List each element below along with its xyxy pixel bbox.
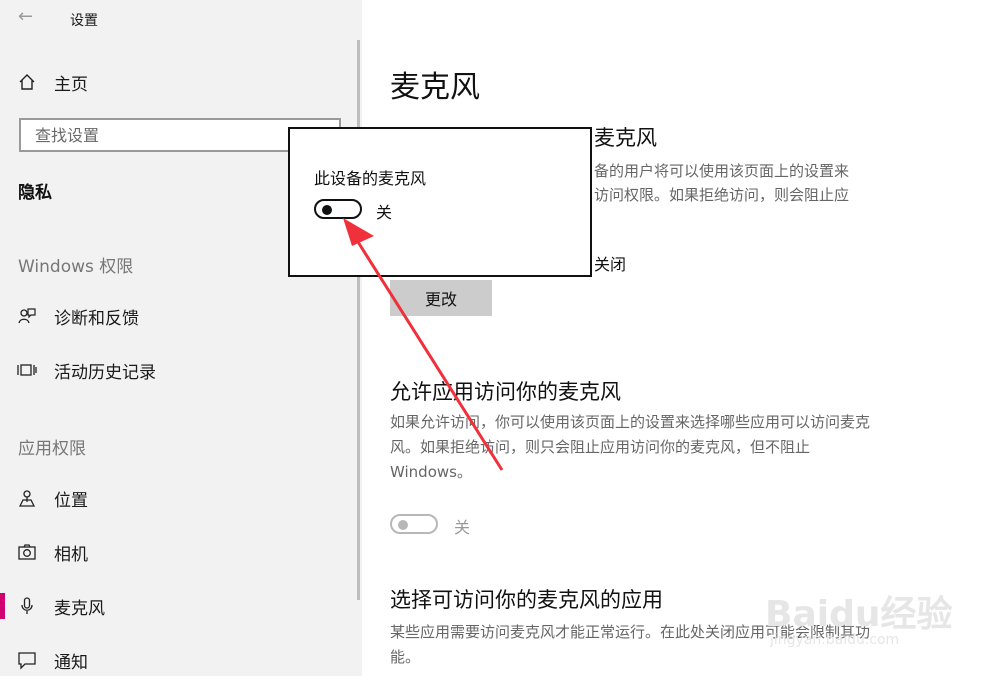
sidebar-item-label: 主页 — [54, 74, 88, 95]
location-icon — [16, 487, 38, 509]
device-section-desc-line1: 备的用户将可以使用该页面上的设置来 — [594, 162, 850, 180]
baidu-watermark-url: jingyan.baidu.com — [770, 632, 900, 648]
sidebar-scrollbar[interactable] — [357, 40, 360, 600]
apps-section-description: 如果允许访问，你可以使用该页面上的设置来选择哪些应用可以访问麦克风。如果拒绝访问… — [390, 413, 871, 481]
notification-icon — [16, 649, 38, 671]
sidebar-item-microphone[interactable]: 麦克风 — [0, 584, 357, 628]
sidebar-item-notifications[interactable]: 通知 — [0, 638, 357, 682]
device-status: 关闭 — [594, 255, 627, 274]
sidebar-item-activity-history[interactable]: 活动历史记录 — [0, 348, 357, 392]
change-button[interactable]: 更改 — [390, 280, 492, 316]
device-section-desc-line2: 访问权限。如果拒绝访问，则会阻止应 — [594, 186, 850, 204]
device-microphone-toggle[interactable] — [314, 199, 362, 219]
sidebar-item-location[interactable]: 位置 — [0, 476, 357, 520]
sidebar-item-diagnostics[interactable]: 诊断和反馈 — [0, 294, 357, 338]
camera-icon — [16, 541, 38, 563]
sidebar: ← 设置 主页 隐私 Windows 权限 诊断和反馈 活动历史记录 应用权限 … — [0, 0, 362, 676]
apps-section-heading: 允许应用访问你的麦克风 — [390, 380, 621, 404]
sidebar-item-label: 位置 — [54, 490, 88, 511]
microphone-icon — [16, 595, 38, 617]
toggle-knob — [322, 205, 332, 215]
device-microphone-popup: 此设备的麦克风 关 — [288, 127, 592, 277]
page-title: 麦克风 — [390, 70, 480, 105]
home-icon — [16, 71, 38, 93]
sidebar-item-label: 相机 — [54, 544, 88, 565]
toggle-knob — [398, 520, 408, 530]
sidebar-item-home[interactable]: 主页 — [0, 60, 357, 104]
back-arrow-icon[interactable]: ← — [18, 6, 33, 27]
baidu-watermark-logo: Baidu经验 — [765, 594, 953, 635]
device-section-heading: 麦克风 — [594, 126, 657, 150]
app-title: 设置 — [70, 13, 98, 29]
sidebar-item-label: 诊断和反馈 — [54, 308, 139, 329]
popup-title: 此设备的麦克风 — [314, 169, 427, 188]
feedback-icon — [16, 305, 38, 327]
windows-permissions-heading: Windows 权限 — [18, 257, 134, 277]
app-permissions-heading: 应用权限 — [18, 439, 86, 459]
privacy-heading: 隐私 — [18, 183, 52, 203]
device-microphone-toggle-label: 关 — [376, 203, 393, 222]
choose-apps-heading: 选择可访问你的麦克风的应用 — [390, 588, 663, 612]
sidebar-item-label: 通知 — [54, 652, 88, 673]
apps-access-toggle-label: 关 — [454, 518, 471, 537]
search-input[interactable] — [33, 125, 297, 146]
sidebar-item-camera[interactable]: 相机 — [0, 530, 357, 574]
main-content: 麦克风 麦克风 备的用户将可以使用该页面上的设置来 访问权限。如果拒绝访问，则会… — [362, 0, 1000, 676]
sidebar-item-label: 麦克风 — [54, 598, 105, 619]
apps-access-toggle[interactable] — [390, 514, 438, 534]
sidebar-item-label: 活动历史记录 — [54, 362, 156, 383]
activity-history-icon — [16, 359, 38, 381]
